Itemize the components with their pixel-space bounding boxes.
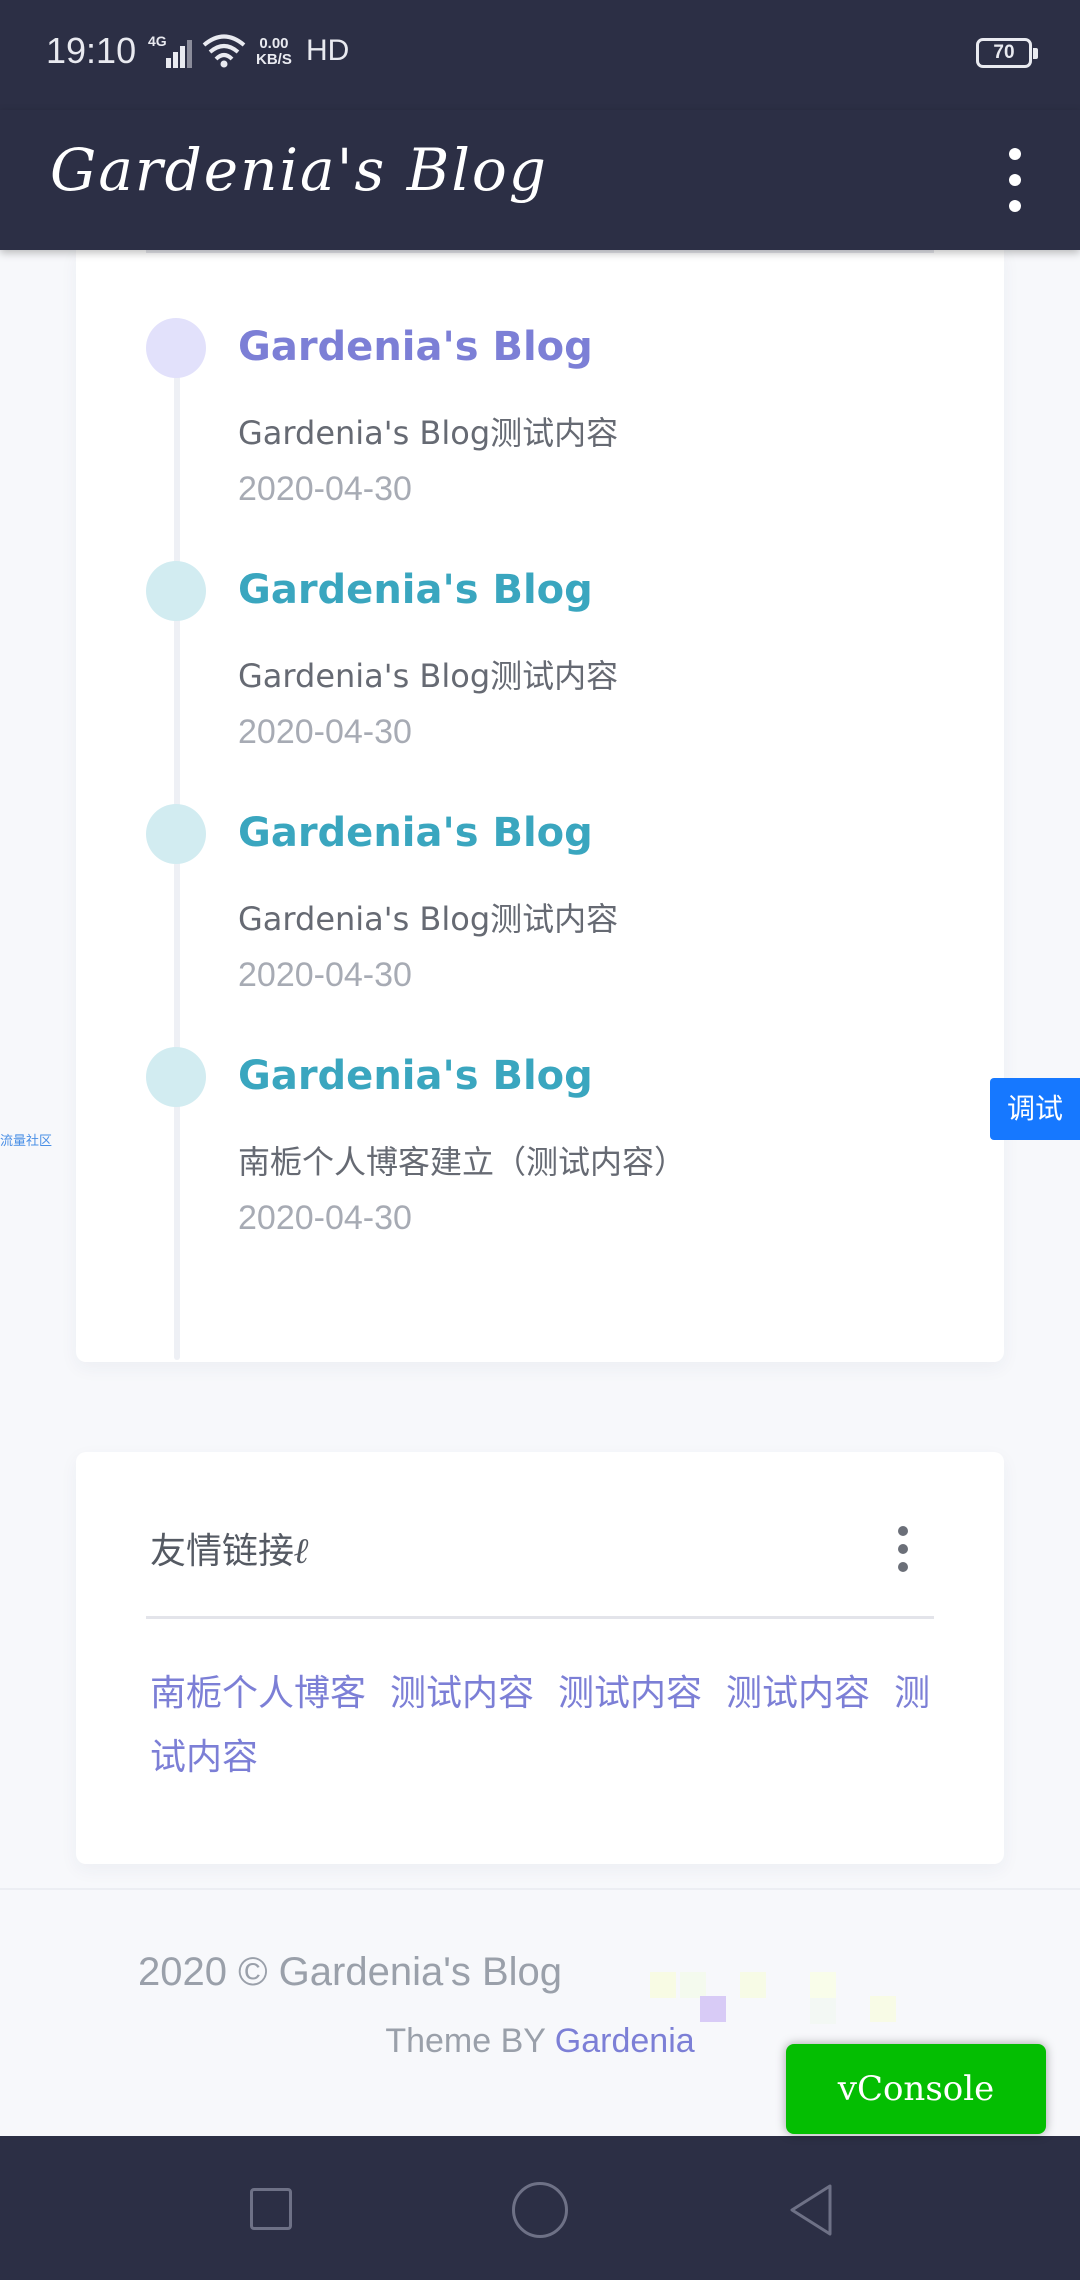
timeline-dot <box>146 1047 206 1107</box>
timeline-dot <box>146 561 206 621</box>
friend-link[interactable]: 测试内容 <box>726 1673 870 1714</box>
timeline-item-title[interactable]: Gardenia's Blog <box>238 567 593 613</box>
footer-theme-prefix: Theme BY <box>385 2022 546 2060</box>
friend-link[interactable]: 测试内容 <box>390 1673 534 1714</box>
link-glyph-icon: ℓ <box>294 1530 310 1572</box>
timeline-item-title[interactable]: Gardenia's Blog <box>238 324 593 370</box>
status-time: 19:10 <box>46 30 137 71</box>
timeline-card: Gardenia's Blog Gardenia's Blog测试内容 2020… <box>76 250 1004 1362</box>
timeline-item-date: 2020-04-30 <box>238 713 412 751</box>
timeline-item-date: 2020-04-30 <box>238 1199 412 1237</box>
timeline-item-desc: 南栀个人博客建立（测试内容） <box>238 1143 687 1181</box>
footer-theme-author-link[interactable]: Gardenia <box>555 2022 695 2060</box>
side-left-label[interactable]: 流量社区 <box>0 1130 52 1149</box>
net-speed-unit: KB/S <box>256 51 292 68</box>
net-speed-value: 0.00 <box>259 35 289 52</box>
timeline-item-desc: Gardenia's Blog测试内容 <box>238 414 619 452</box>
friend-link[interactable]: 南栀个人博客 <box>150 1673 366 1714</box>
more-vertical-icon[interactable] <box>894 1524 914 1574</box>
timeline-item-title[interactable]: Gardenia's Blog <box>238 810 593 856</box>
timeline-dot <box>146 804 206 864</box>
timeline-item-title[interactable]: Gardenia's Blog <box>238 1053 593 1099</box>
status-bar: 19:10 4G 0.00 KB/S HD 70 <box>0 0 1080 110</box>
app-title[interactable]: Gardenia's Blog <box>50 136 548 204</box>
friend-links-card: 友情链接ℓ 南栀个人博客 测试内容 测试内容 测试内容 测试内容 <box>76 1452 1004 1864</box>
timeline-dot <box>146 318 206 378</box>
hd-indicator: HD <box>306 34 350 67</box>
signal-icon <box>166 38 192 68</box>
timeline-item-desc: Gardenia's Blog测试内容 <box>238 900 619 938</box>
friend-link[interactable]: 测试内容 <box>558 1673 702 1714</box>
network-type: 4G <box>148 33 167 49</box>
system-nav-bar <box>0 2136 1080 2280</box>
app-bar: Gardenia's Blog <box>0 110 1080 250</box>
friend-links-divider <box>146 1616 934 1619</box>
friend-links-heading: 友情链接ℓ <box>150 1522 309 1574</box>
footer-divider <box>0 1888 1080 1890</box>
decorative-pixels <box>650 1968 930 2028</box>
net-speed: 0.00 KB/S <box>256 36 292 68</box>
card-top-divider <box>146 250 934 253</box>
recent-apps-icon[interactable] <box>250 2188 292 2230</box>
back-icon[interactable] <box>786 2182 836 2238</box>
friend-links-list: 南栀个人博客 测试内容 测试内容 测试内容 测试内容 <box>150 1662 950 1790</box>
debug-tab-button[interactable]: 调试 <box>990 1078 1080 1140</box>
footer-copyright: 2020 © Gardenia's Blog <box>138 1950 563 1994</box>
vconsole-button[interactable]: vConsole <box>786 2044 1046 2134</box>
battery-icon: 70 <box>976 38 1038 68</box>
timeline-item-date: 2020-04-30 <box>238 956 412 994</box>
home-icon[interactable] <box>512 2182 568 2238</box>
timeline-item-date: 2020-04-30 <box>238 470 412 508</box>
more-vertical-icon[interactable] <box>1000 140 1030 220</box>
timeline-item-desc: Gardenia's Blog测试内容 <box>238 657 619 695</box>
wifi-icon <box>202 34 246 68</box>
friend-links-title: 友情链接 <box>150 1531 295 1572</box>
